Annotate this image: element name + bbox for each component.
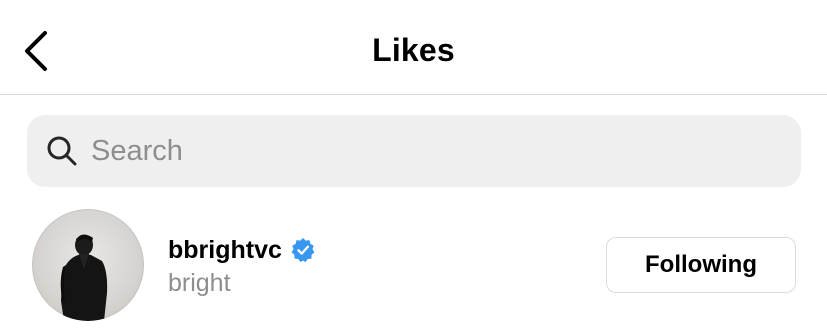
search-input[interactable] [91, 129, 771, 173]
page-title: Likes [372, 32, 455, 68]
username[interactable]: bbrightvc [168, 234, 282, 266]
verified-badge-icon [291, 237, 315, 263]
profile-photo-icon [60, 234, 108, 321]
username-line: bbrightvc [168, 232, 316, 268]
search-icon [47, 136, 77, 166]
following-button[interactable]: Following [606, 237, 796, 293]
list-item[interactable]: bbrightvc bright Following [0, 205, 827, 329]
search-bar[interactable] [27, 115, 801, 187]
full-name: bright [168, 269, 231, 297]
avatar[interactable] [32, 209, 144, 321]
top-bar: Likes [0, 0, 827, 95]
